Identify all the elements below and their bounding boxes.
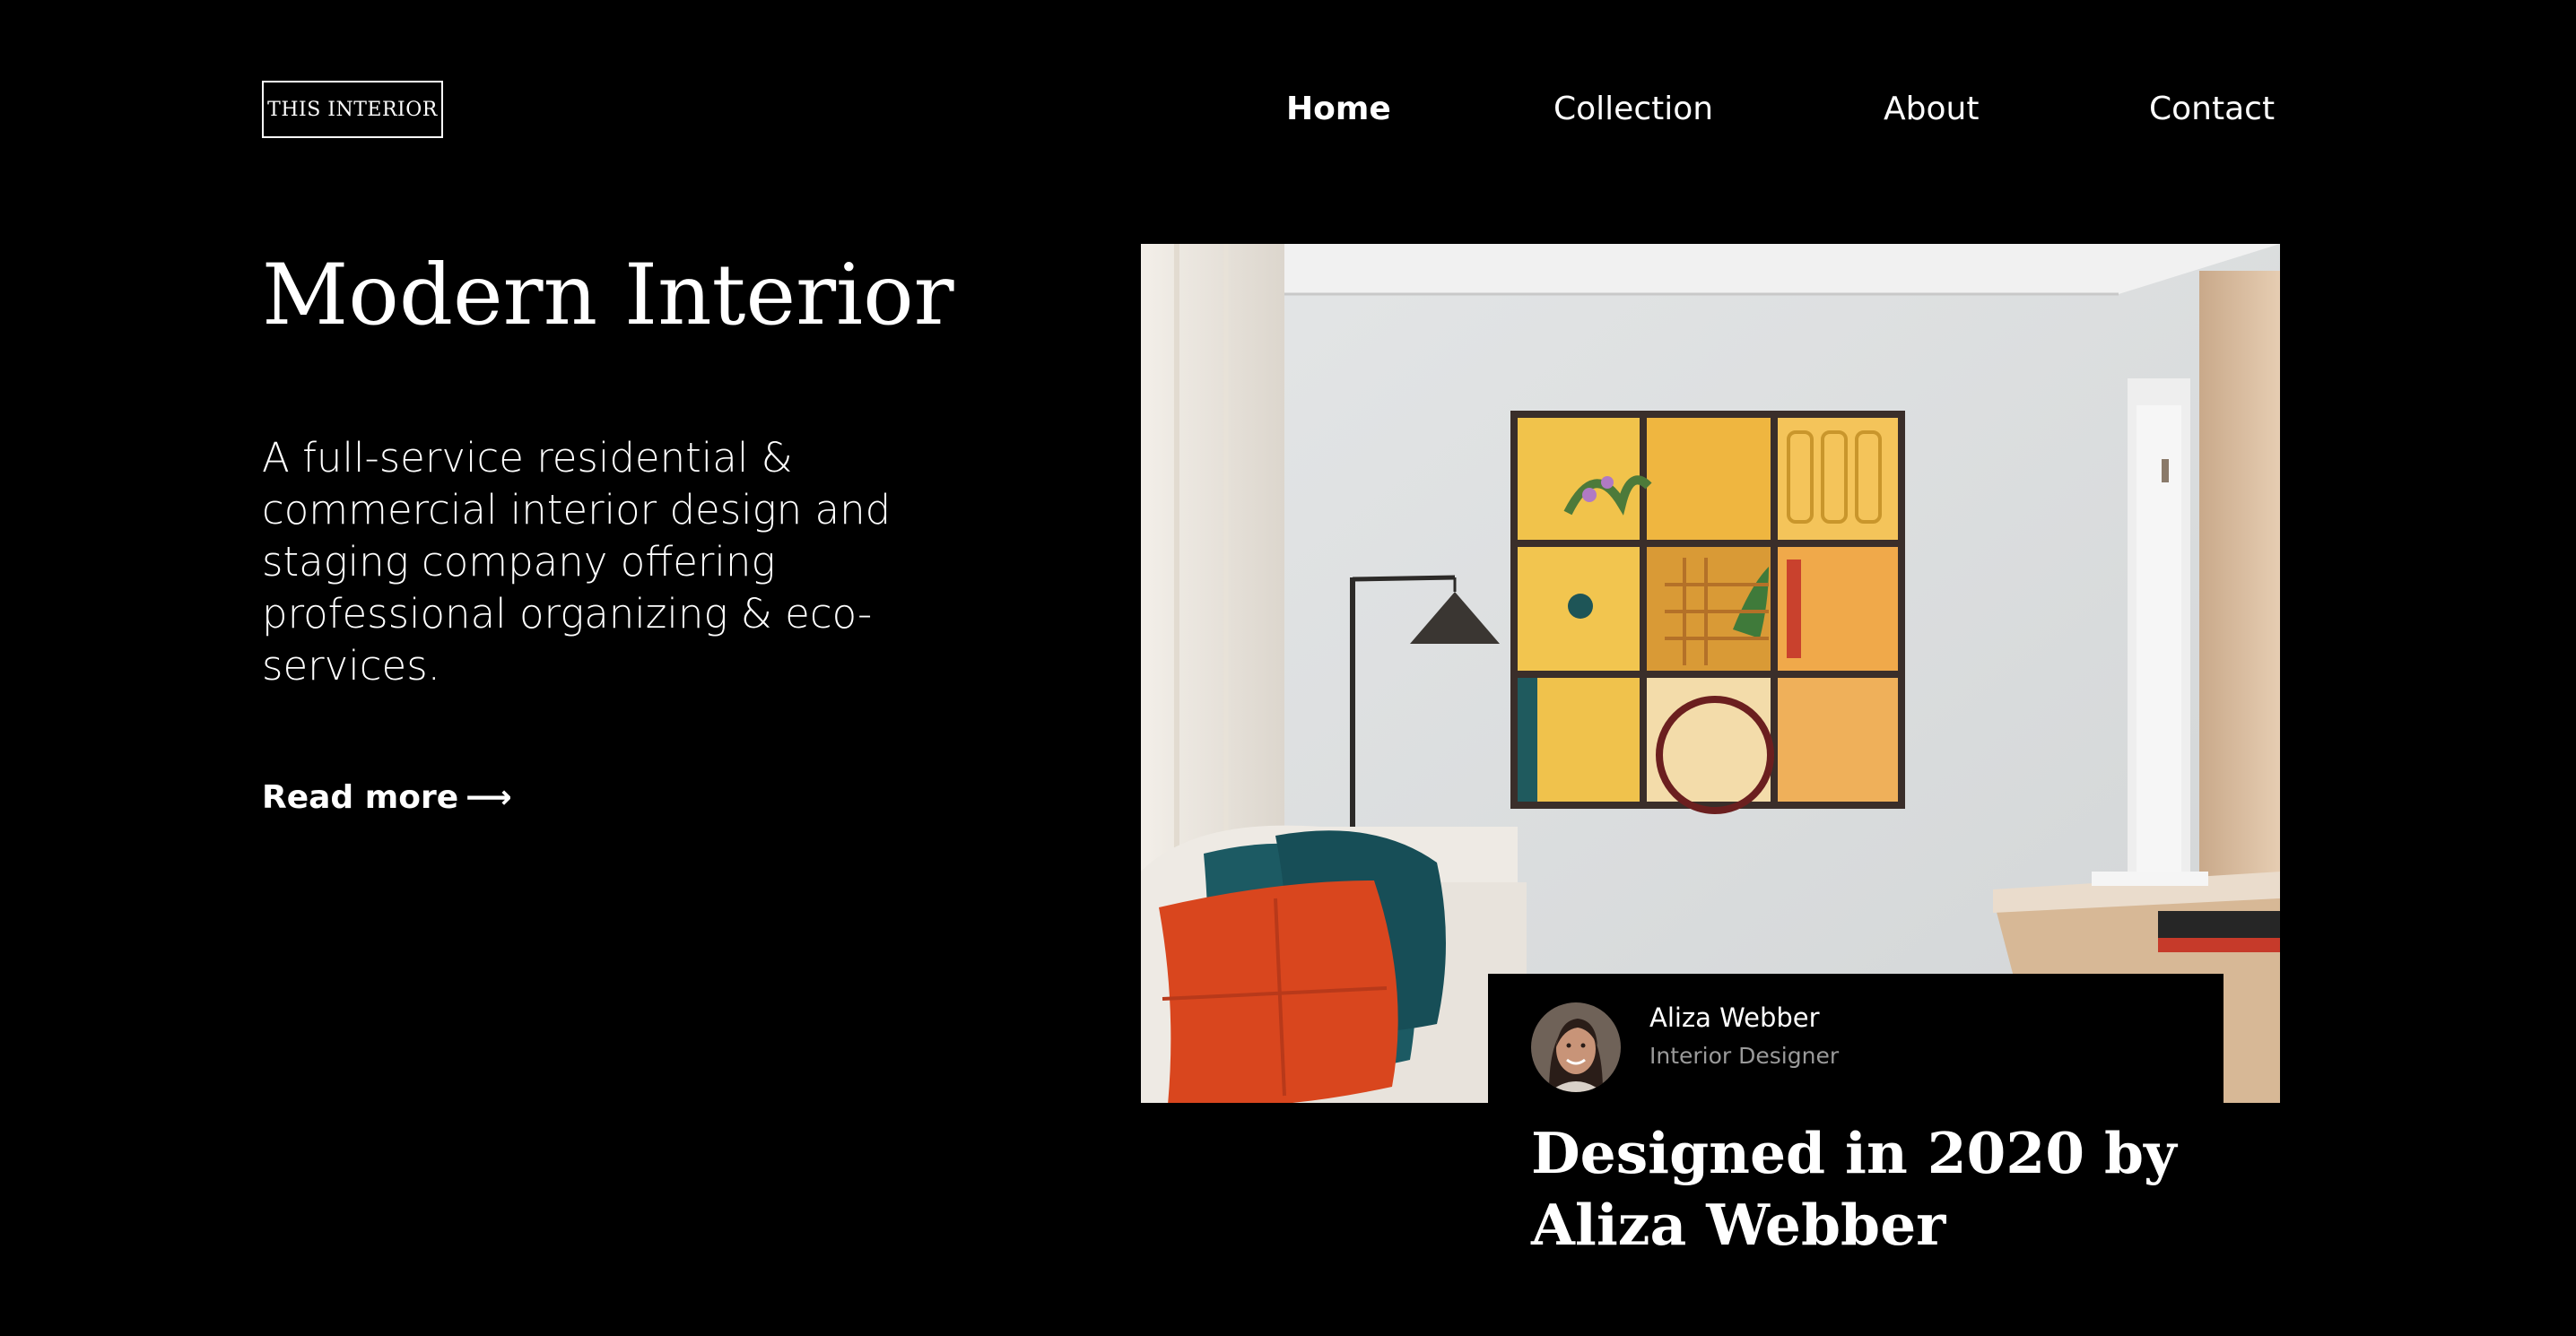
nav-item-collection[interactable]: Collection xyxy=(1553,90,1713,129)
read-more-label: Read more xyxy=(262,779,459,816)
nav-item-home[interactable]: Home xyxy=(1286,90,1391,129)
hero-description: A full-service residential & commercial … xyxy=(262,434,892,690)
nav-item-about[interactable]: About xyxy=(1884,90,1979,129)
designer-name: Aliza Webber xyxy=(1649,1002,1820,1033)
avatar[interactable] xyxy=(1531,1002,1621,1092)
arrow-right-icon: ⟶ xyxy=(466,779,512,816)
design-caption: Designed in 2020 by Aliza Webber xyxy=(1531,1120,2177,1258)
nav-item-contact[interactable]: Contact xyxy=(2149,90,2275,129)
hero-title: Modern Interior xyxy=(262,247,954,344)
designer-role: Interior Designer xyxy=(1649,1043,1840,1069)
brand-logo[interactable]: THIS INTERIOR xyxy=(262,81,443,138)
designer-card: Aliza Webber Interior Designer Designed … xyxy=(1488,974,2224,1336)
read-more-link[interactable]: Read more ⟶ xyxy=(262,776,512,820)
